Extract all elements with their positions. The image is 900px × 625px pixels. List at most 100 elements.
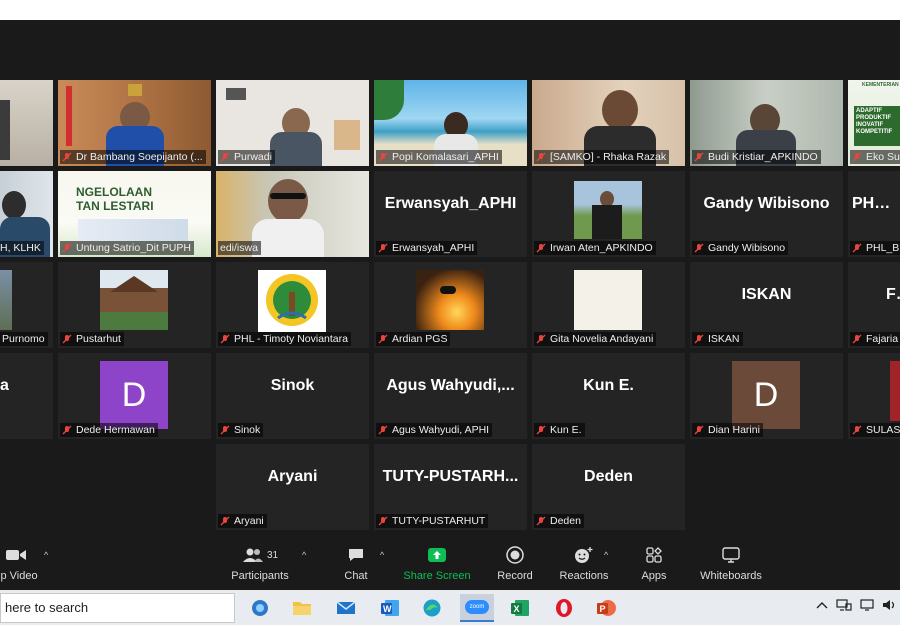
video-camera-icon — [6, 550, 26, 560]
participant-name: Gita Novelia Andayani — [534, 332, 657, 346]
mic-muted-icon — [852, 425, 862, 435]
participants-options-caret[interactable]: ^ — [302, 550, 306, 560]
slide-title: NGELOLAAN TAN LESTARI — [76, 185, 154, 213]
participant-display-name: Fa — [886, 286, 900, 303]
video-tile-active-speaker[interactable] — [0, 80, 53, 166]
taskbar-app-excel[interactable]: X — [506, 594, 534, 622]
video-tile-phl-br[interactable]: PHL_B PHL_BR — [848, 171, 900, 257]
taskbar-app-file-explorer[interactable] — [288, 594, 316, 622]
video-tile-purnomo[interactable]: Purnomo — [0, 262, 53, 348]
video-tile-agus[interactable]: Agus Wahyudi,... Agus Wahyudi, APHI — [374, 353, 527, 439]
video-tile-iskan[interactable]: ISKAN ISKAN — [690, 262, 843, 348]
video-tile-eko[interactable]: KEMENTERIAN ADAPTIF PRODUKTIF INOVATIF K… — [848, 80, 900, 166]
record-button[interactable]: Record — [492, 542, 538, 582]
chat-icon — [349, 549, 363, 561]
mic-muted-icon — [378, 243, 388, 253]
reactions-icon — [575, 547, 593, 563]
participant-name: Sinok — [218, 423, 264, 437]
participant-display-name: Aryani — [267, 468, 318, 485]
apps-icon — [646, 547, 662, 563]
video-tile-partial-a[interactable]: a — [0, 353, 53, 439]
participant-name: Budi Kristiar_APKINDO — [692, 150, 821, 164]
profile-picture — [0, 270, 12, 330]
taskbar-app-edge[interactable] — [418, 594, 446, 622]
taskbar-app-edge-legacy[interactable] — [246, 594, 274, 622]
video-tile-timoty[interactable]: PHL - Timoty Noviantara — [216, 262, 369, 348]
taskbar-app-opera[interactable] — [550, 594, 578, 622]
participant-name: Dian Harini — [692, 423, 763, 437]
mic-muted-icon — [694, 425, 704, 435]
ministry-logo — [258, 270, 326, 332]
video-tile-dian[interactable]: D Dian Harini — [690, 353, 843, 439]
video-tile-pustarhut[interactable]: Pustarhut — [58, 262, 211, 348]
search-placeholder: here to search — [5, 600, 89, 615]
mic-muted-icon — [220, 425, 230, 435]
participant-display-name: a — [0, 377, 9, 394]
video-tile-untung[interactable]: NGELOLAAN TAN LESTARI Untung Satrio_Dit … — [58, 171, 211, 257]
taskbar-app-mail[interactable] — [332, 594, 360, 622]
participant-name: Popi Komalasari_APHI — [376, 150, 502, 164]
mic-muted-icon — [536, 152, 546, 162]
slide-line: KOMPETITIF — [856, 129, 893, 135]
taskbar-search-input[interactable]: here to search — [0, 593, 235, 623]
word-icon: W — [381, 600, 399, 616]
video-tile-ardian[interactable]: Ardian PGS — [374, 262, 527, 348]
video-tile-gita[interactable]: Gita Novelia Andayani — [532, 262, 685, 348]
video-tile-edi[interactable]: edi/iswa — [216, 171, 369, 257]
apps-button[interactable]: Apps — [632, 542, 676, 582]
video-tile-klhk[interactable]: H, KLHK — [0, 171, 53, 257]
video-tile-irwan[interactable]: Irwan Aten_APKINDO — [532, 171, 685, 257]
mic-muted-icon — [536, 516, 546, 526]
mic-muted-icon — [62, 425, 72, 435]
video-tile-purwadi[interactable]: Purwadi — [216, 80, 369, 166]
video-tile-deden[interactable]: Deden Deden — [532, 444, 685, 530]
mic-muted-icon — [220, 152, 230, 162]
video-tile-gandy[interactable]: Gandy Wibisono Gandy Wibisono — [690, 171, 843, 257]
participant-name: Kun E. — [534, 423, 585, 437]
video-tile-popi[interactable]: Popi Komalasari_APHI — [374, 80, 527, 166]
mic-muted-icon — [536, 425, 546, 435]
mic-muted-icon — [852, 152, 862, 162]
participant-name: Gandy Wibisono — [692, 241, 789, 255]
mic-muted-icon — [378, 425, 388, 435]
chat-button[interactable]: Chat — [334, 542, 378, 582]
video-tile-bambang[interactable]: Dr Bambang Soepijanto (... — [58, 80, 211, 166]
whiteboards-button[interactable]: Whiteboards — [696, 542, 766, 582]
participant-display-name: PHL_B — [852, 195, 900, 212]
mic-muted-icon — [852, 334, 862, 344]
display-icon[interactable] — [860, 599, 874, 611]
participant-display-name: Kun E. — [583, 377, 634, 394]
mic-muted-icon — [852, 243, 862, 253]
video-tile-fajaria[interactable]: Fa Fajaria — [848, 262, 900, 348]
participant-name: Pustarhut — [60, 332, 124, 346]
stop-video-button[interactable]: op Video — [0, 542, 44, 582]
video-tile-erwansyah[interactable]: Erwansyah_APHI Erwansyah_APHI — [374, 171, 527, 257]
video-tile-sulasw[interactable]: SULASW — [848, 353, 900, 439]
taskbar-app-zoom[interactable]: zoom — [460, 594, 494, 622]
mic-muted-icon — [378, 516, 388, 526]
video-tile-aryani[interactable]: Aryani Aryani — [216, 444, 369, 530]
avatar: D — [100, 361, 168, 429]
video-tile-rhaka[interactable]: [SAMKO] - Rhaka Razak — [532, 80, 685, 166]
video-tile-tuty[interactable]: TUTY-PUSTARH... TUTY-PUSTARHUT — [374, 444, 527, 530]
windows-taskbar: here to search W zoom X P — [0, 590, 900, 625]
reactions-button[interactable]: Reactions — [556, 542, 612, 582]
video-options-caret[interactable]: ^ — [44, 550, 48, 560]
taskbar-app-powerpoint[interactable]: P — [592, 594, 620, 622]
reactions-options-caret[interactable]: ^ — [604, 550, 608, 560]
taskbar-app-word[interactable]: W — [376, 594, 404, 622]
chat-options-caret[interactable]: ^ — [380, 550, 384, 560]
video-tile-dede[interactable]: D Dede Hermawan — [58, 353, 211, 439]
video-tile-budi[interactable]: Budi Kristiar_APKINDO — [690, 80, 843, 166]
participants-button[interactable]: 31 Participants — [228, 542, 292, 582]
volume-icon[interactable] — [882, 599, 896, 611]
chevron-up-icon[interactable] — [816, 600, 828, 610]
participant-display-name: Gandy Wibisono — [703, 195, 830, 212]
video-tile-sinok[interactable]: Sinok Sinok — [216, 353, 369, 439]
mic-muted-icon — [694, 243, 704, 253]
participant-display-name: Agus Wahyudi,... — [386, 377, 515, 394]
participant-name: Eko Su — [850, 150, 900, 164]
video-tile-kun[interactable]: Kun E. Kun E. — [532, 353, 685, 439]
share-screen-button[interactable]: Share Screen — [402, 542, 472, 582]
network-icon[interactable] — [836, 599, 852, 611]
